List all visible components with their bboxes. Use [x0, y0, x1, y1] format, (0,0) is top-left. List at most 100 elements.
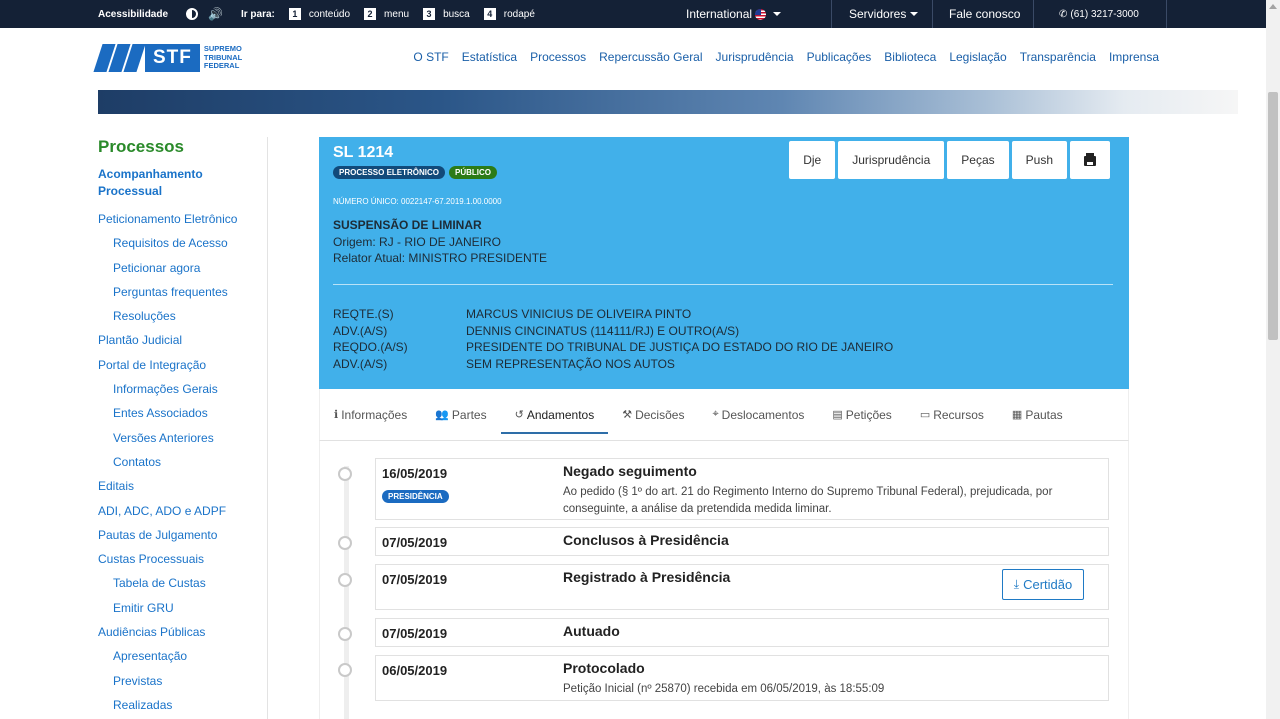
- print-button[interactable]: [1070, 141, 1110, 179]
- sidebar-item-requisitos-de-acesso[interactable]: Requisitos de Acesso: [98, 231, 267, 255]
- sidebar-item-emitir-gru[interactable]: Emitir GRU: [98, 596, 267, 620]
- shortcut-menu[interactable]: menu: [384, 9, 409, 20]
- party-name: PRESIDENTE DO TRIBUNAL DE JUSTIÇA DO EST…: [466, 340, 894, 355]
- sidebar-item-peticionamento-eletronico[interactable]: Peticionamento Eletrônico: [98, 207, 267, 231]
- nav-o-stf[interactable]: O STF: [413, 50, 448, 64]
- international-dropdown[interactable]: International: [686, 0, 782, 28]
- process-tabs: ℹ Informações 👥 Partes ↺ Andamentos ⚒ Decisõ…: [319, 389, 1129, 441]
- file-text-icon: ▭: [919, 409, 931, 421]
- timeline-line: [344, 466, 349, 719]
- phone-number: (61) 3217-3000: [1070, 8, 1139, 20]
- sidebar-item-acompanhamento-processual[interactable]: Acompanhamento Processual: [98, 166, 238, 200]
- shortcut-search[interactable]: busca: [443, 9, 470, 20]
- phone-icon: ✆: [1059, 8, 1068, 20]
- party-role: REQDO.(A/S): [333, 340, 408, 355]
- sidebar-item-apresentacao[interactable]: Apresentação: [98, 644, 267, 668]
- andamento-item: 06/05/2019 Protocolado Petição Inicial (…: [375, 655, 1109, 701]
- andamento-title: Negado seguimento: [563, 463, 697, 479]
- shortcut-content[interactable]: conteúdo: [309, 9, 350, 20]
- shortcut-key-2[interactable]: 2: [364, 8, 377, 20]
- jurisprudencia-button[interactable]: Jurisprudência: [838, 141, 945, 179]
- stf-logo[interactable]: STF SUPREMO TRIBUNAL FEDERAL: [93, 43, 243, 73]
- pecas-button[interactable]: Peças: [947, 141, 1009, 179]
- andamento-item: 16/05/2019 PRESIDÊNCIA Negado seguimento…: [375, 458, 1109, 520]
- logo-text: SUPREMO TRIBUNAL FEDERAL: [203, 44, 243, 71]
- gavel-icon: ⚒: [622, 409, 633, 421]
- chevron-down-icon: [910, 12, 919, 16]
- sidebar-item-portal-de-integracao[interactable]: Portal de Integração: [98, 353, 267, 377]
- nav-legislacao[interactable]: Legislação: [949, 50, 1006, 64]
- nav-repercussao-geral[interactable]: Repercussão Geral: [599, 50, 702, 64]
- audio-icon[interactable]: 🔊: [208, 7, 223, 21]
- nav-transparencia[interactable]: Transparência: [1020, 50, 1096, 64]
- map-marker-icon: ⌖: [712, 408, 719, 420]
- page-scrollbar[interactable]: [1266, 0, 1280, 719]
- tab-partes[interactable]: 👥 Partes: [421, 389, 500, 441]
- sidebar-item-tabela-de-custas[interactable]: Tabela de Custas: [98, 571, 267, 595]
- download-icon: ⤓: [1013, 577, 1020, 591]
- sidebar-item-adi-adc-ado-adpf[interactable]: ADI, ADC, ADO e ADPF: [98, 499, 267, 523]
- tab-decisoes[interactable]: ⚒ Decisões: [608, 389, 698, 441]
- scrollbar-thumb[interactable]: [1268, 92, 1278, 340]
- main-nav: O STF Estatística Processos Repercussão …: [413, 28, 1159, 86]
- party-name: DENNIS CINCINATUS (114111/RJ) E OUTRO(A/…: [466, 323, 740, 338]
- party-row: REQTE.(S) MARCUS VINICIUS DE OLIVEIRA PIN…: [333, 306, 893, 323]
- nav-estatistica[interactable]: Estatística: [462, 50, 517, 64]
- tab-recursos[interactable]: ▭ Recursos: [906, 389, 998, 441]
- shortcut-key-3[interactable]: 3: [423, 8, 436, 20]
- andamento-description: Petição Inicial (nº 25870) recebida em 0…: [563, 683, 885, 695]
- sidebar-item-resolucoes[interactable]: Resoluções: [98, 304, 267, 328]
- nav-processos[interactable]: Processos: [530, 50, 586, 64]
- sidebar-item-pautas-de-julgamento[interactable]: Pautas de Julgamento: [98, 523, 267, 547]
- party-role: REQTE.(S): [333, 307, 394, 321]
- users-icon: 👥: [435, 409, 449, 421]
- sidebar: Processos Acompanhamento Processual Peti…: [98, 137, 268, 719]
- push-button[interactable]: Push: [1011, 141, 1067, 179]
- sidebar-item-audiencias-publicas[interactable]: Audiências Públicas: [98, 620, 267, 644]
- nav-biblioteca[interactable]: Biblioteca: [884, 50, 936, 64]
- nav-jurisprudencia[interactable]: Jurisprudência: [716, 50, 794, 64]
- sidebar-item-editais[interactable]: Editais: [98, 474, 267, 498]
- sidebar-item-previstas[interactable]: Previstas: [98, 669, 267, 693]
- sidebar-item-versoes-anteriores[interactable]: Versões Anteriores: [98, 426, 267, 450]
- tab-andamentos[interactable]: ↺ Andamentos: [500, 389, 609, 441]
- certidao-label: Certidão: [1023, 577, 1073, 592]
- andamento-item: 07/05/2019 Registrado à Presidência ⤓ Ce…: [375, 564, 1109, 610]
- sidebar-item-entes-associados[interactable]: Entes Associados: [98, 401, 267, 425]
- tab-pautas[interactable]: ▦ Pautas: [998, 389, 1077, 441]
- nav-publicacoes[interactable]: Publicações: [807, 50, 872, 64]
- sidebar-item-plantao-judicial[interactable]: Plantão Judicial: [98, 328, 267, 352]
- party-role: ADV.(A/S): [333, 323, 388, 338]
- servidores-dropdown[interactable]: Servidores: [849, 0, 919, 28]
- sidebar-title: Processos: [98, 137, 184, 156]
- goto-label: Ir para:: [240, 8, 275, 20]
- sidebar-item-perguntas-frequentes[interactable]: Perguntas frequentes: [98, 280, 267, 304]
- shortcut-footer[interactable]: rodapé: [504, 9, 535, 20]
- sidebar-item-informacoes-gerais[interactable]: Informações Gerais: [98, 377, 267, 401]
- badge-processo-eletronico: PROCESSO ELETRÔNICO: [333, 166, 446, 179]
- divider: [333, 284, 1113, 285]
- accessibility-label[interactable]: Acessibilidade: [98, 9, 168, 20]
- calendar-icon: ▦: [1011, 409, 1023, 421]
- sidebar-item-contatos[interactable]: Contatos: [98, 450, 267, 474]
- certidao-button[interactable]: ⤓ Certidão: [1002, 569, 1084, 600]
- process-origin: Origem: RJ - RIO DE JANEIRO: [333, 235, 502, 249]
- scroll-up-arrow-icon[interactable]: [1269, 4, 1277, 9]
- sidebar-item-custas-processuais[interactable]: Custas Processuais: [98, 547, 267, 571]
- tab-informacoes[interactable]: ℹ Informações: [320, 389, 421, 441]
- shortcut-key-4[interactable]: 4: [483, 8, 496, 20]
- andamento-title: Autuado: [563, 623, 620, 639]
- sidebar-item-peticionar-agora[interactable]: Peticionar agora: [98, 256, 267, 280]
- tab-deslocamentos[interactable]: ⌖ Deslocamentos: [698, 389, 818, 441]
- andamento-date: 07/05/2019: [382, 626, 448, 641]
- fale-conosco-link[interactable]: Fale conosco: [949, 0, 1020, 28]
- shortcut-key-1[interactable]: 1: [288, 8, 301, 20]
- phone-link[interactable]: ✆ (61) 3217-3000: [1059, 0, 1139, 28]
- contrast-icon[interactable]: [186, 8, 199, 20]
- tab-peticoes[interactable]: ▤ Petições: [818, 389, 905, 441]
- dje-button[interactable]: Dje: [789, 141, 836, 179]
- nav-imprensa[interactable]: Imprensa: [1109, 50, 1159, 64]
- sidebar-item-realizadas[interactable]: Realizadas: [98, 693, 267, 717]
- international-label: International: [686, 7, 753, 21]
- badge-publico: PÚBLICO: [449, 166, 498, 179]
